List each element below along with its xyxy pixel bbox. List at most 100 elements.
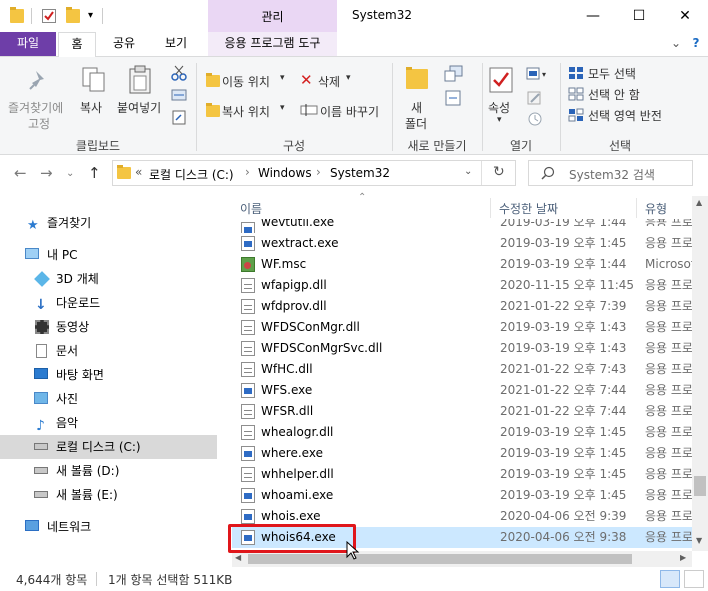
file-row[interactable]: WFS.exe 2021-01-22 오후 7:44 응용 프로그램: [232, 380, 692, 401]
sidebar-item-local-disk-c[interactable]: 로컬 디스크 (C:): [0, 435, 217, 459]
scrollbar-thumb[interactable]: [248, 554, 632, 564]
pin-quick-access-label[interactable]: 즐겨찾기에: [8, 99, 63, 116]
edit-icon[interactable]: [527, 90, 543, 106]
maximize-button[interactable]: ☐: [616, 0, 662, 32]
column-type[interactable]: 유형: [645, 200, 667, 217]
open-icon[interactable]: ▾: [526, 67, 552, 81]
chevron-down-icon[interactable]: ▾: [280, 73, 285, 83]
column-name[interactable]: 이름: [240, 200, 262, 217]
address-bar[interactable]: « 로컬 디스크 (C:) › Windows › System32 ⌄ ↻: [112, 160, 516, 186]
history-icon[interactable]: [527, 111, 543, 127]
file-row[interactable]: wevtutil.exe 2019-03-19 오후 1:44 응용 프로그램: [232, 219, 692, 233]
select-all-button[interactable]: 모두 선택: [588, 65, 636, 82]
chevron-down-icon[interactable]: ▾: [346, 73, 351, 83]
scrollbar-thumb[interactable]: [694, 476, 706, 496]
paste-shortcut-icon[interactable]: [171, 109, 187, 125]
file-row[interactable]: WFSR.dll 2021-01-22 오후 7:44 응용 프로그램: [232, 401, 692, 422]
back-button[interactable]: ←: [14, 164, 27, 182]
help-icon[interactable]: ?: [688, 32, 704, 56]
details-view-icon[interactable]: [660, 570, 680, 588]
new-folder-button-2[interactable]: 폴더: [405, 115, 427, 132]
sidebar-item-videos[interactable]: 동영상: [0, 315, 217, 339]
forward-button[interactable]: →: [40, 164, 53, 182]
sidebar-item-downloads[interactable]: ↓ 다운로드: [0, 291, 217, 315]
file-row[interactable]: whois.exe 2020-04-06 오전 9:39 응용 프로그램: [232, 506, 692, 527]
breadcrumb-item[interactable]: Windows: [258, 166, 312, 180]
sidebar-item-3d-objects[interactable]: 3D 개체: [0, 267, 217, 291]
tab-view[interactable]: 보기: [156, 32, 196, 56]
tab-app-tools[interactable]: 응용 프로그램 도구: [208, 32, 337, 56]
file-row[interactable]: wextract.exe 2019-03-19 오후 1:45 응용 프로그램: [232, 233, 692, 254]
breadcrumb-item[interactable]: System32: [330, 166, 390, 180]
sidebar-item-network[interactable]: 네트워크: [0, 515, 217, 539]
new-item-icon[interactable]: [444, 65, 464, 83]
minimize-button[interactable]: —: [570, 0, 616, 32]
sidebar-item-quick-access[interactable]: ★ 즐겨찾기: [0, 211, 217, 235]
breadcrumb-item[interactable]: 로컬 디스크 (C:): [149, 166, 234, 183]
file-type: 응용 프로그램: [645, 509, 692, 523]
chevron-down-icon[interactable]: ⌄: [464, 166, 472, 177]
sidebar-item-volume-d[interactable]: 새 볼륨 (D:): [0, 459, 217, 483]
chevron-right-icon[interactable]: ›: [245, 165, 250, 179]
chevron-down-icon[interactable]: ▾: [497, 115, 502, 125]
scroll-down-arrow[interactable]: ▼: [696, 536, 702, 545]
copy-button[interactable]: 복사: [80, 99, 102, 116]
pin-quick-access-label-2[interactable]: 고정: [28, 115, 50, 132]
invert-selection-button[interactable]: 선택 영역 반전: [588, 107, 662, 124]
file-row[interactable]: where.exe 2019-03-19 오후 1:45 응용 프로그램: [232, 443, 692, 464]
select-all-icon: [569, 67, 583, 79]
sidebar-item-music[interactable]: ♪ 음악: [0, 411, 217, 435]
vertical-scrollbar[interactable]: ▲ ▼: [692, 196, 708, 551]
file-row[interactable]: WFDSConMgr.dll 2019-03-19 오후 1:43 응용 프로그램: [232, 317, 692, 338]
properties-button[interactable]: 속성: [488, 99, 510, 116]
easy-access-icon[interactable]: [444, 89, 464, 107]
close-button[interactable]: ✕: [662, 0, 708, 32]
cut-icon[interactable]: [171, 65, 187, 81]
new-folder-icon[interactable]: [66, 7, 80, 23]
rename-button[interactable]: 이름 바꾸기: [320, 103, 379, 120]
search-box[interactable]: System32 검색: [528, 160, 693, 186]
paste-button[interactable]: 붙여넣기: [117, 99, 161, 116]
column-date-modified[interactable]: 수정한 날짜: [499, 200, 558, 217]
move-to-button[interactable]: 이동 위치: [222, 73, 270, 90]
copy-to-button[interactable]: 복사 위치: [222, 103, 270, 120]
file-row[interactable]: whhelper.dll 2019-03-19 오후 1:45 응용 프로그램: [232, 464, 692, 485]
sidebar-item-desktop[interactable]: 바탕 화면: [0, 363, 217, 387]
copy-path-icon[interactable]: [171, 88, 187, 102]
new-folder-button[interactable]: 새: [411, 99, 422, 116]
scroll-up-arrow[interactable]: ▲: [696, 198, 702, 207]
select-none-button[interactable]: 선택 안 함: [588, 86, 640, 103]
chevron-right-icon[interactable]: ›: [316, 165, 321, 179]
file-row[interactable]: WfHC.dll 2021-01-22 오후 7:43 응용 프로그램: [232, 359, 692, 380]
horizontal-scrollbar[interactable]: ◀ ▶: [232, 551, 692, 567]
file-row[interactable]: WFDSConMgrSvc.dll 2019-03-19 오후 1:43 응용 프로…: [232, 338, 692, 359]
chevron-down-icon[interactable]: ▾: [280, 103, 285, 113]
file-row[interactable]: whealogr.dll 2019-03-19 오후 1:45 응용 프로그램: [232, 422, 692, 443]
folder-icon[interactable]: [10, 7, 24, 23]
sidebar-item-documents[interactable]: 문서: [0, 339, 217, 363]
ribbon-collapse-icon[interactable]: ⌄: [668, 32, 684, 56]
sidebar-item-pictures[interactable]: 사진: [0, 387, 217, 411]
file-row[interactable]: whois64.exe 2020-04-06 오전 9:38 응용 프로그램: [232, 527, 692, 548]
tab-file[interactable]: 파일: [0, 32, 56, 56]
tab-share[interactable]: 공유: [106, 32, 142, 56]
tab-home[interactable]: 홈: [58, 32, 96, 57]
up-button[interactable]: ↑: [88, 164, 101, 182]
file-row[interactable]: WF.msc 2019-03-19 오후 1:44 Microsoft: [232, 254, 692, 275]
breadcrumb-overflow[interactable]: «: [135, 165, 142, 179]
file-row[interactable]: wfdprov.dll 2021-01-22 오후 7:39 응용 프로그램: [232, 296, 692, 317]
customize-quick-access-icon[interactable]: ▾: [88, 10, 93, 21]
file-row[interactable]: whoami.exe 2019-03-19 오후 1:45 응용 프로그램: [232, 485, 692, 506]
sidebar-item-this-pc[interactable]: 내 PC: [0, 243, 217, 267]
scroll-right-arrow[interactable]: ▶: [680, 553, 686, 562]
file-row[interactable]: wfapigp.dll 2020-11-15 오후 11:45 응용 프로그램: [232, 275, 692, 296]
properties-icon[interactable]: [42, 9, 56, 23]
manage-context-tab[interactable]: 관리: [208, 0, 337, 32]
delete-button[interactable]: 삭제: [318, 73, 340, 90]
scroll-left-arrow[interactable]: ◀: [235, 553, 241, 562]
search-input[interactable]: System32 검색: [569, 166, 655, 183]
refresh-icon[interactable]: ↻: [493, 164, 505, 180]
large-icons-view-icon[interactable]: [684, 570, 704, 588]
sidebar-item-volume-e[interactable]: 새 볼륨 (E:): [0, 483, 217, 507]
recent-locations-icon[interactable]: ⌄: [66, 168, 74, 179]
